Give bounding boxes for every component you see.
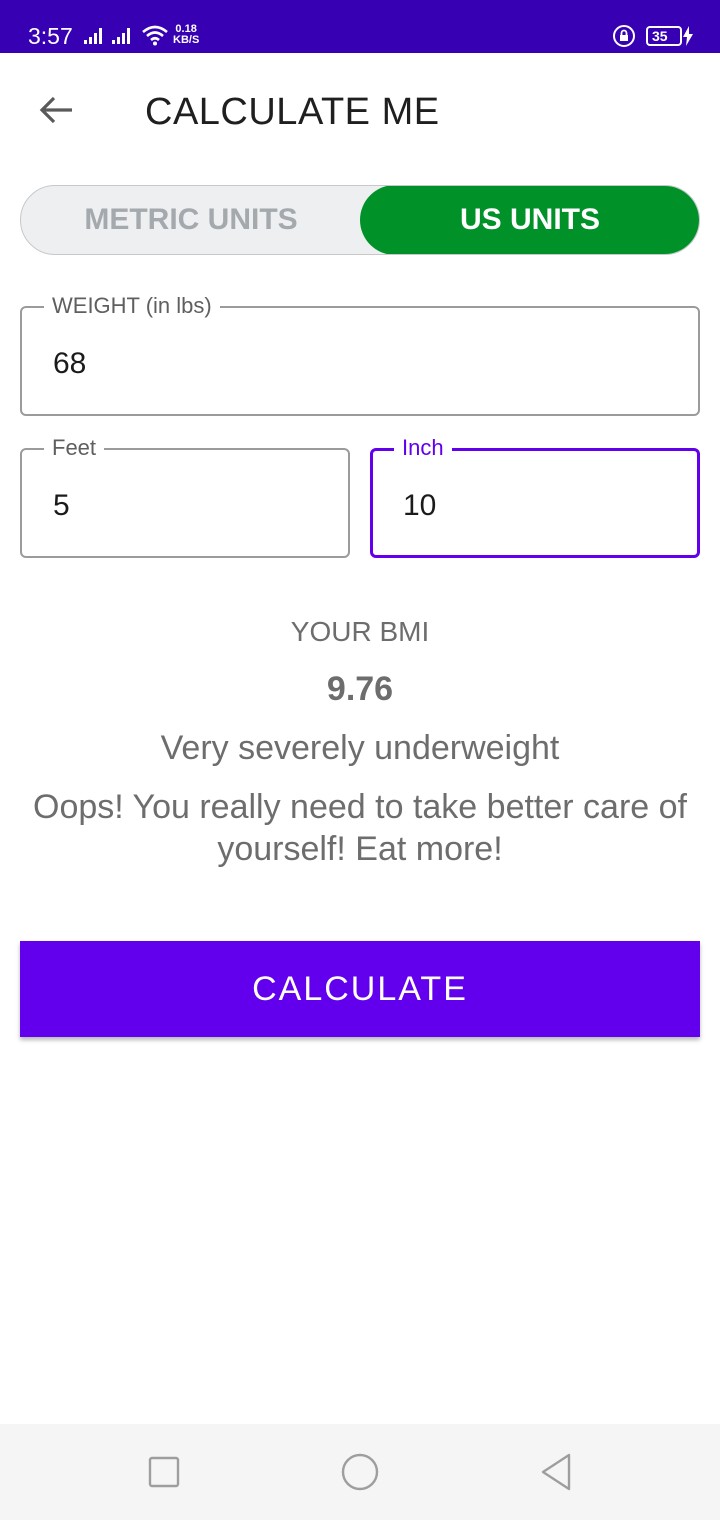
- circle-home-icon: [341, 1453, 379, 1491]
- feet-input[interactable]: 5: [53, 486, 70, 526]
- recents-button[interactable]: [140, 1448, 188, 1496]
- net-speed-unit: KB/S: [173, 34, 200, 46]
- weight-field[interactable]: WEIGHT (in lbs) 68: [20, 292, 700, 416]
- bmi-value: 9.76: [326, 670, 394, 708]
- triangle-back-icon: [541, 1453, 571, 1491]
- weight-input[interactable]: 68: [53, 344, 86, 384]
- nav-back-button[interactable]: [532, 1448, 580, 1496]
- wifi-icon: [142, 25, 168, 46]
- square-recents-icon: [148, 1456, 180, 1488]
- bmi-category: Very severely underweight: [160, 729, 560, 767]
- battery-level: 35: [646, 26, 682, 46]
- weight-field-label: WEIGHT (in lbs): [44, 292, 220, 320]
- system-nav-bar: [0, 1424, 720, 1520]
- signal-icon: [84, 28, 102, 44]
- charging-icon: [683, 26, 693, 46]
- back-button[interactable]: [28, 86, 84, 134]
- bmi-result-title: YOUR BMI: [290, 616, 430, 647]
- page-title: CALCULATE ME: [145, 91, 440, 133]
- inch-field-label: Inch: [394, 434, 452, 462]
- signal-icon: [112, 28, 130, 44]
- net-speed: 0.18 KB/S: [173, 24, 199, 46]
- inch-field[interactable]: Inch 10: [370, 434, 700, 558]
- rotation-lock-icon: [613, 25, 635, 47]
- status-right-group: 35: [612, 24, 694, 48]
- calculate-button[interactable]: CALCULATE: [20, 941, 700, 1037]
- bmi-advice: Oops! You really need to take better car…: [33, 788, 687, 868]
- us-units-tab[interactable]: US UNITS: [360, 186, 699, 254]
- feet-field[interactable]: Feet 5: [20, 434, 350, 558]
- app-toolbar: CALCULATE ME: [0, 53, 720, 167]
- inch-input[interactable]: 10: [403, 486, 436, 526]
- metric-units-tab[interactable]: METRIC UNITS: [21, 186, 361, 254]
- feet-field-label: Feet: [44, 434, 105, 462]
- home-button[interactable]: [336, 1448, 384, 1496]
- units-toggle: METRIC UNITS US UNITS: [20, 185, 700, 255]
- arrow-back-icon: [39, 96, 72, 124]
- status-bar: 3:57 0.18 KB/S 35: [0, 0, 720, 53]
- status-time: 3:57: [28, 23, 73, 49]
